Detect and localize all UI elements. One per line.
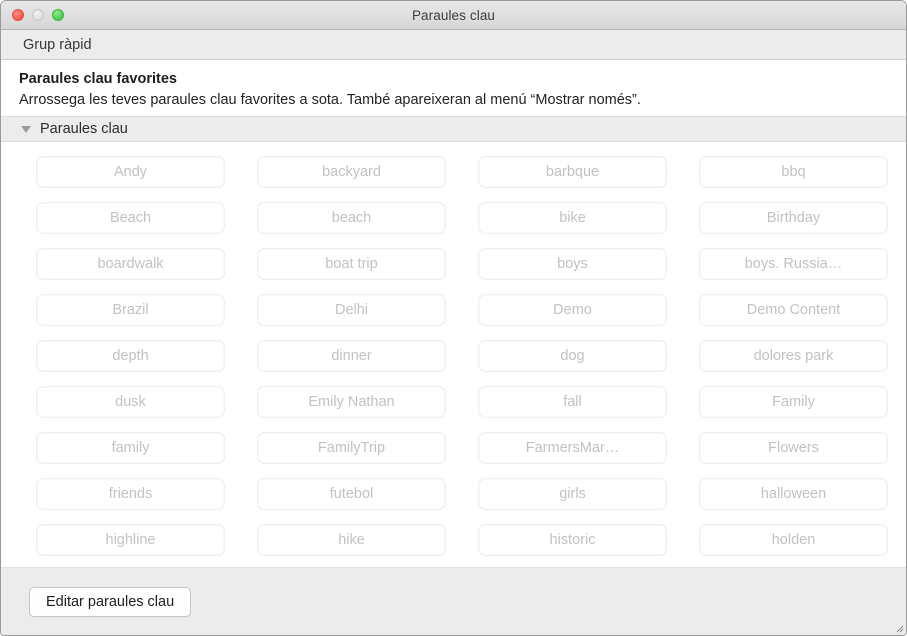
keyword-chip[interactable]: bike (478, 202, 667, 234)
keyword-chip[interactable]: holden (699, 524, 888, 556)
keyword-chip[interactable]: bbq (699, 156, 888, 188)
keyword-chip[interactable]: Family (699, 386, 888, 418)
keyword-chip[interactable]: barbque (478, 156, 667, 188)
page-title: Paraules clau favorites (19, 71, 177, 87)
keyword-chip[interactable]: hike (257, 524, 446, 556)
close-button[interactable] (12, 9, 24, 21)
keyword-chip[interactable]: family (36, 432, 225, 464)
keyword-chip[interactable]: depth (36, 340, 225, 372)
keyword-chip[interactable]: Emily Nathan (257, 386, 446, 418)
edit-keywords-button[interactable]: Editar paraules clau (29, 586, 192, 617)
keyword-chip[interactable]: boys (478, 248, 667, 280)
window-title: Paraules clau (411, 7, 496, 23)
quick-group-toolbar: Grup ràpid (1, 30, 906, 60)
keywords-window: Paraules clau Grup ràpid Paraules clau f… (0, 0, 907, 636)
keyword-grid: Andy backyard barbque bbq Beach beach bike Birt… (1, 156, 906, 556)
keyword-list-area: Andy backyard barbque bbq Beach beach bike Birt… (1, 142, 906, 567)
keyword-chip[interactable]: halloween (699, 478, 888, 510)
zoom-button[interactable] (52, 9, 64, 21)
keyword-chip[interactable]: girls (478, 478, 667, 510)
keyword-chip[interactable]: FarmersMar… (478, 432, 667, 464)
keyword-chip[interactable]: Demo (478, 294, 667, 326)
keyword-chip[interactable]: dolores park (699, 340, 888, 372)
keyword-chip[interactable]: dusk (36, 386, 225, 418)
window-titlebar: Paraules clau (1, 1, 906, 30)
keyword-chip[interactable]: boys. Russia… (699, 248, 888, 280)
minimize-button[interactable] (32, 9, 44, 21)
resize-handle[interactable] (894, 623, 904, 633)
keyword-chip[interactable]: dinner (257, 340, 446, 372)
keyword-chip[interactable]: Brazil (36, 294, 225, 326)
triangle-down-icon[interactable] (21, 125, 31, 133)
window-footer: Editar paraules clau (1, 567, 906, 635)
keyword-chip[interactable]: Delhi (257, 294, 446, 326)
intro-section: Paraules clau favorites Arrossega les te… (1, 60, 906, 116)
keyword-chip[interactable]: boat trip (257, 248, 446, 280)
intro-description: Arrossega les teves paraules clau favori… (19, 92, 641, 108)
keyword-chip[interactable]: Andy (36, 156, 225, 188)
keyword-chip[interactable]: Flowers (699, 432, 888, 464)
keyword-chip[interactable]: boardwalk (36, 248, 225, 280)
keyword-chip[interactable]: beach (257, 202, 446, 234)
keyword-group-title: Paraules clau (40, 121, 128, 137)
keyword-chip[interactable]: historic (478, 524, 667, 556)
keyword-chip[interactable]: highline (36, 524, 225, 556)
keyword-chip[interactable]: backyard (257, 156, 446, 188)
window-controls (12, 1, 64, 29)
keyword-chip[interactable]: FamilyTrip (257, 432, 446, 464)
quick-group-label[interactable]: Grup ràpid (23, 37, 92, 53)
keyword-chip[interactable]: Demo Content (699, 294, 888, 326)
keyword-chip[interactable]: friends (36, 478, 225, 510)
keyword-group-header[interactable]: Paraules clau (1, 116, 906, 142)
keyword-chip[interactable]: Birthday (699, 202, 888, 234)
keyword-chip[interactable]: futebol (257, 478, 446, 510)
keyword-chip[interactable]: fall (478, 386, 667, 418)
keyword-chip[interactable]: dog (478, 340, 667, 372)
keyword-chip[interactable]: Beach (36, 202, 225, 234)
